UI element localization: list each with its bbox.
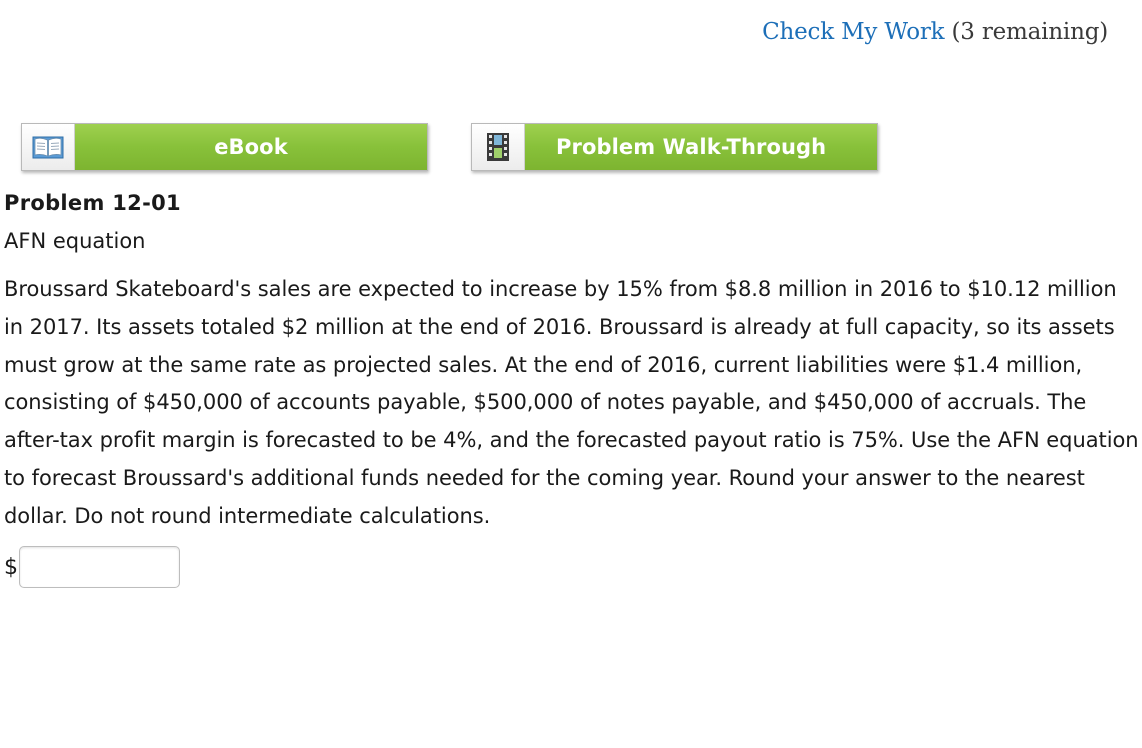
problem-walkthrough-label: Problem Walk-Through xyxy=(525,124,877,170)
check-my-work-link[interactable]: Check My Work xyxy=(762,19,944,45)
book-icon xyxy=(22,124,75,170)
answer-row: $ xyxy=(4,546,180,588)
check-my-work: Check My Work (3 remaining) xyxy=(762,19,1108,45)
answer-input[interactable] xyxy=(19,546,180,588)
problem-walkthrough-button[interactable]: Problem Walk-Through xyxy=(471,123,878,171)
film-icon xyxy=(472,124,525,170)
attempts-remaining: (3 remaining) xyxy=(951,19,1109,45)
problem-title: Problem 12-01 xyxy=(4,191,181,215)
currency-symbol: $ xyxy=(4,554,18,580)
ebook-button-label: eBook xyxy=(75,124,427,170)
problem-text: Broussard Skateboard's sales are expecte… xyxy=(4,277,1139,528)
problem-subtitle: AFN equation xyxy=(4,229,146,253)
ebook-button[interactable]: eBook xyxy=(21,123,428,171)
